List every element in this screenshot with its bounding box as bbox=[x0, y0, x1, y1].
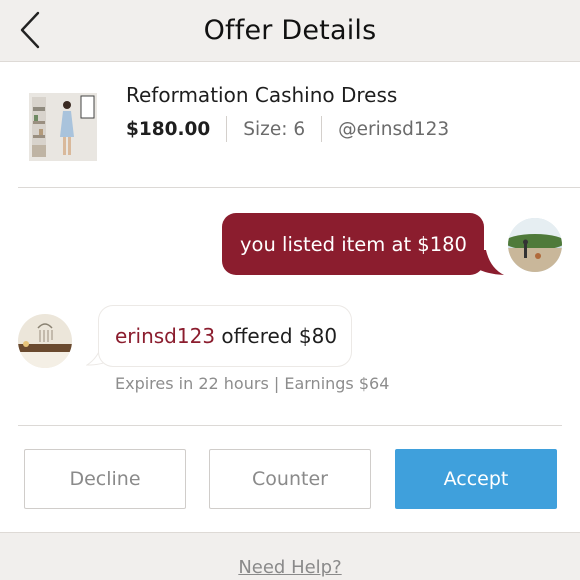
bubble-tail-icon bbox=[476, 250, 504, 275]
product-price: $180.00 bbox=[126, 118, 211, 140]
counter-button[interactable]: Counter bbox=[209, 449, 371, 509]
buyer-username[interactable]: erinsd123 bbox=[115, 324, 215, 348]
product-name[interactable]: Reformation Cashino Dress bbox=[126, 83, 397, 107]
avatar-photo bbox=[508, 218, 562, 272]
accept-button[interactable]: Accept bbox=[395, 449, 557, 509]
footer: Need Help? bbox=[0, 532, 580, 580]
buyer-avatar[interactable] bbox=[18, 314, 72, 368]
offer-message-text: offered $80 bbox=[215, 324, 338, 348]
product-size: Size: 6 bbox=[243, 118, 306, 140]
offer-expiry-info: Expires in 22 hours | Earnings $64 bbox=[115, 374, 390, 393]
top-bar: Offer Details bbox=[0, 0, 580, 62]
need-help-link[interactable]: Need Help? bbox=[0, 557, 580, 578]
section-divider bbox=[18, 187, 580, 188]
decline-button[interactable]: Decline bbox=[24, 449, 186, 509]
product-photo-image bbox=[29, 93, 97, 161]
meta-divider bbox=[321, 116, 323, 142]
my-avatar[interactable] bbox=[508, 218, 562, 272]
my-message-bubble: you listed item at $180 bbox=[222, 213, 484, 275]
product-summary: Reformation Cashino Dress $180.00 Size: … bbox=[0, 63, 580, 187]
avatar-photo bbox=[18, 314, 72, 368]
meta-divider bbox=[226, 116, 228, 142]
product-meta: $180.00 Size: 6 @erinsd123 bbox=[126, 115, 449, 143]
section-divider bbox=[18, 425, 562, 426]
seller-username[interactable]: @erinsd123 bbox=[338, 119, 449, 140]
page-title: Offer Details bbox=[203, 15, 377, 46]
product-thumbnail[interactable] bbox=[29, 93, 97, 161]
offer-message-bubble: erinsd123 offered $80 bbox=[99, 306, 351, 366]
my-message-text: you listed item at $180 bbox=[240, 232, 467, 256]
